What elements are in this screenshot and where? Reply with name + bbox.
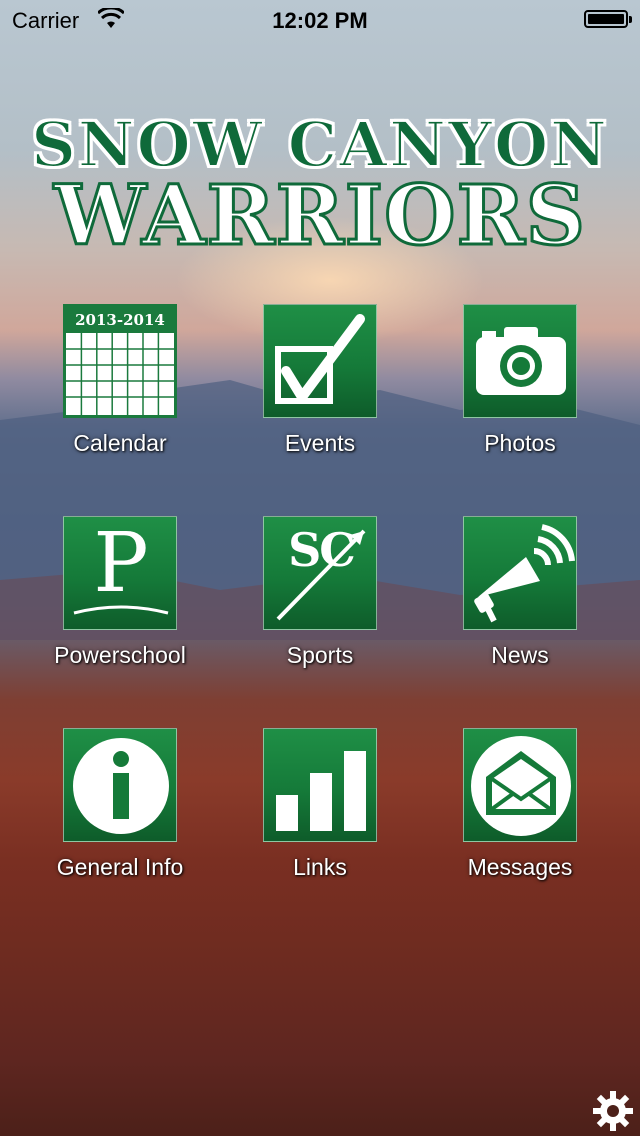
- tile-label: Powerschool: [54, 642, 186, 668]
- tile-photos[interactable]: Photos: [420, 304, 620, 474]
- gear-icon[interactable]: [592, 1090, 634, 1132]
- tile-label: Links: [293, 854, 347, 880]
- header-title-line2: WARRIORS: [53, 167, 587, 266]
- tile-general-info[interactable]: General Info: [20, 728, 220, 898]
- tile-label: Messages: [467, 854, 573, 880]
- calendar-year: 2013-2014: [66, 307, 174, 333]
- tile-label: Calendar: [73, 430, 167, 456]
- tile-label: News: [491, 642, 549, 668]
- clock: 12:02 PM: [272, 8, 368, 33]
- sports-icon: SC: [263, 516, 377, 630]
- tile-news[interactable]: News: [420, 516, 620, 686]
- tile-label: Events: [284, 430, 356, 456]
- envelope-icon: [463, 728, 577, 842]
- tile-sports[interactable]: SC Sports: [220, 516, 420, 686]
- tile-messages[interactable]: Messages: [420, 728, 620, 898]
- checkbox-icon: [263, 304, 377, 418]
- tile-label: Sports: [286, 642, 354, 668]
- status-bar: Carrier 12:02 PM: [0, 0, 640, 40]
- bar-chart-icon: [263, 728, 377, 842]
- megaphone-icon: [463, 516, 577, 630]
- powerschool-glyph: P: [93, 516, 149, 611]
- tile-label: Photos: [484, 430, 556, 456]
- tile-links[interactable]: Links: [220, 728, 420, 898]
- tile-events[interactable]: Events: [220, 304, 420, 474]
- battery-icon: [584, 10, 632, 28]
- powerschool-icon: P: [63, 516, 177, 630]
- info-icon: [63, 728, 177, 842]
- tile-calendar[interactable]: 2013-2014 Calendar: [20, 304, 220, 474]
- tile-label: General Info: [56, 854, 184, 880]
- camera-icon: [463, 304, 577, 418]
- tile-powerschool[interactable]: P Powerschool: [20, 516, 220, 686]
- calendar-icon: 2013-2014: [63, 304, 177, 418]
